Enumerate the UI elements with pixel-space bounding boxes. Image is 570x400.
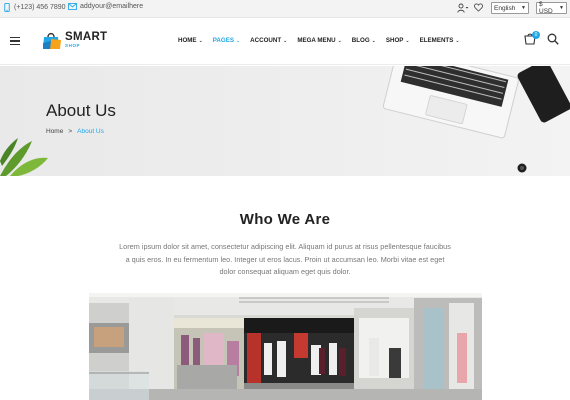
breadcrumb-current: About Us	[77, 128, 104, 135]
chevron-down-icon: ▼	[521, 5, 526, 11]
nav-item-account[interactable]: ACCOUNT ⌄	[250, 37, 287, 44]
laptop-image	[382, 66, 519, 139]
breadcrumb-home[interactable]: Home	[46, 128, 63, 135]
currency-select[interactable]: $ USD ▼	[536, 1, 567, 15]
nav-item-mega-menu[interactable]: MEGA MENU ⌄	[297, 37, 341, 44]
phone-contact[interactable]: (+123) 456 7890	[3, 3, 66, 12]
phone-number: (+123) 456 7890	[14, 4, 66, 11]
top-bar: (+123) 456 7890 addyour@emailhere Englis…	[0, 0, 570, 18]
main-nav: HOME ⌄ PAGES ⌄ ACCOUNT ⌄ MEGA MENU ⌄ BLOG ⌄ S…	[178, 37, 460, 44]
nav-item-pages[interactable]: PAGES ⌄	[213, 37, 240, 44]
nav-item-label: ELEMENTS	[419, 37, 454, 44]
nav-item-home[interactable]: HOME ⌄	[178, 37, 203, 44]
nav-item-shop[interactable]: SHOP ⌄	[386, 37, 410, 44]
email-contact[interactable]: addyour@emailhere	[68, 3, 143, 10]
page-title: About Us	[46, 101, 116, 120]
chevron-down-icon: ⌄	[371, 37, 376, 44]
user-icon[interactable]	[457, 3, 469, 13]
chevron-down-icon: ⌄	[405, 37, 410, 44]
language-value: English	[494, 4, 516, 12]
email-address: addyour@emailhere	[80, 3, 144, 10]
heart-icon[interactable]	[474, 3, 483, 12]
banner-background-image	[0, 66, 570, 176]
nav-item-elements[interactable]: ELEMENTS ⌄	[420, 37, 460, 44]
chevron-down-icon: ▼	[559, 5, 564, 11]
search-icon[interactable]	[547, 33, 559, 45]
nav-item-label: PAGES	[212, 37, 234, 44]
nav-item-label: ACCOUNT	[250, 37, 282, 44]
nav-item-label: MEGA MENU	[297, 37, 336, 44]
brand-tagline: SHOP	[65, 43, 81, 48]
chevron-down-icon: ⌄	[283, 37, 288, 44]
main-header: SMART SHOP HOME ⌄ PAGES ⌄ ACCOUNT ⌄ MEGA ME…	[0, 18, 570, 65]
page-banner: About Us Home > About Us	[0, 66, 570, 176]
breadcrumb: Home > About Us	[46, 128, 104, 135]
chevron-down-icon: ⌄	[235, 37, 241, 44]
nav-item-blog[interactable]: BLOG ⌄	[352, 37, 376, 44]
phone-icon	[4, 3, 10, 12]
nav-item-label: HOME	[178, 37, 197, 44]
plant-leaf-image	[0, 138, 48, 176]
chevron-down-icon: ⌄	[198, 37, 203, 44]
brand-name: SMART	[65, 31, 108, 43]
mail-icon	[68, 3, 77, 10]
store-interior-image	[89, 293, 482, 400]
nav-item-label: SHOP	[385, 37, 404, 44]
chevron-down-icon: ⌄	[337, 37, 342, 44]
chevron-down-icon: ⌄	[455, 37, 460, 44]
brand-logo[interactable]: SMART SHOP	[42, 31, 107, 51]
language-select[interactable]: English ▼	[491, 2, 529, 14]
currency-value: $ USD	[539, 1, 553, 15]
section-heading: Who We Are	[239, 211, 331, 228]
shopping-bag-logo-icon	[43, 32, 61, 49]
hamburger-icon[interactable]	[10, 37, 20, 46]
phone-image	[517, 66, 570, 123]
breadcrumb-separator: >	[68, 128, 73, 135]
nav-item-label: BLOG	[351, 37, 370, 44]
cart-count-badge: 0	[532, 31, 540, 39]
section-description: Lorem ipsum dolor sit amet, consectetur …	[119, 242, 451, 276]
